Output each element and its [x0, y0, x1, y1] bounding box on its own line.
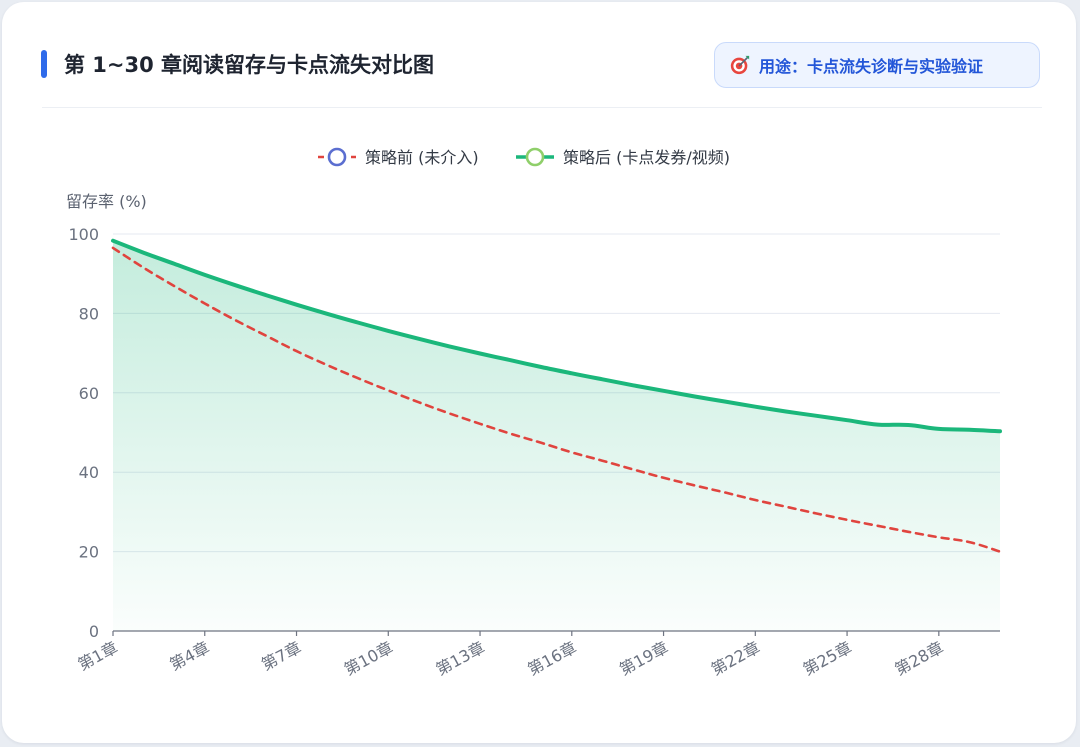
x-tick-label: 第25章 — [800, 638, 855, 679]
y-tick-label: 60 — [79, 384, 99, 403]
y-axis-label: 留存率 (%) — [66, 192, 147, 211]
x-tick-label: 第4章 — [166, 638, 212, 675]
y-tick-label: 80 — [79, 304, 99, 323]
x-tick-label: 第28章 — [892, 638, 947, 679]
legend-marker — [327, 147, 347, 167]
y-tick-label: 40 — [79, 463, 99, 482]
y-tick-label: 0 — [89, 622, 99, 641]
legend-item-label[interactable]: 策略前 (未介入) — [365, 148, 479, 167]
x-tick-label: 第16章 — [525, 638, 580, 679]
x-tick-label: 第10章 — [341, 638, 396, 679]
area-fills — [113, 240, 1000, 631]
line-chart: 0 20 40 60 80 100 第1章 第4章 第7章 第10章 第13章 第16章 第19章 第22… — [66, 147, 1002, 679]
x-tick-label: 第22章 — [708, 638, 763, 679]
legend: 策略前 (未介入) 策略后 (卡点发券/视频) — [318, 147, 730, 167]
legend-item-label[interactable]: 策略后 (卡点发券/视频) — [563, 148, 730, 167]
legend-marker — [525, 147, 545, 167]
x-tick-label: 第19章 — [616, 638, 671, 679]
x-tick-label: 第1章 — [75, 638, 121, 675]
y-tick-label: 20 — [79, 543, 99, 562]
x-tick-label: 第7章 — [258, 638, 304, 675]
y-tick-label: 100 — [68, 225, 99, 244]
series-area-1 — [113, 240, 1000, 631]
x-tick-label: 第13章 — [433, 638, 488, 679]
